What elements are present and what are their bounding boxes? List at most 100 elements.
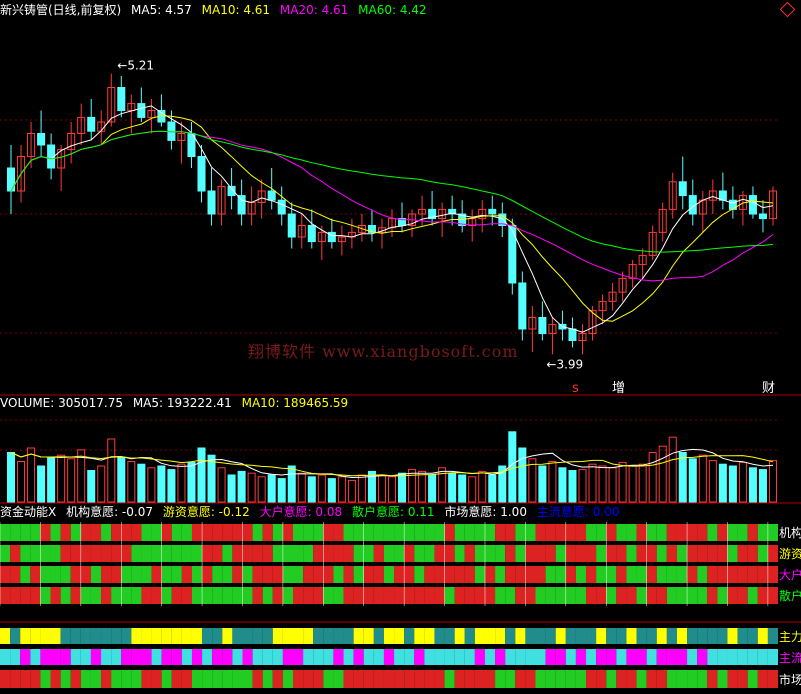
volume-bar [588, 463, 597, 503]
signal-cell [586, 524, 597, 541]
signal-cell [687, 649, 698, 665]
signal-cell [757, 566, 768, 583]
signal-cell [171, 566, 182, 583]
signal-cell [444, 545, 455, 562]
signal-cell [495, 566, 506, 583]
volume-bar [157, 465, 166, 503]
signal-cell [424, 524, 435, 541]
volume-bar [127, 461, 136, 503]
signal-cell [515, 649, 526, 665]
signal-cell [767, 628, 778, 644]
volume-bar [357, 474, 366, 503]
signal-cell [313, 670, 324, 688]
signal-cell [222, 649, 233, 665]
signal-cell [131, 566, 142, 583]
signal-cell [101, 649, 112, 665]
signal-cell [757, 524, 768, 541]
signal-cell [464, 524, 475, 541]
volume-bar [17, 461, 26, 503]
signal-cell [202, 545, 213, 562]
signal-cell [495, 545, 506, 562]
signal-cell [394, 670, 405, 688]
signal-cell [747, 524, 758, 541]
signal-cell [394, 649, 405, 665]
signal-cell [586, 628, 597, 644]
volume-bar [377, 474, 386, 503]
signal-cell [606, 566, 617, 583]
signal-cell [181, 670, 192, 688]
signal-cell [767, 566, 778, 583]
signal-cell [697, 566, 708, 583]
signal-cell [697, 545, 708, 562]
signal-cell [676, 649, 688, 665]
signal-cell [565, 566, 576, 583]
signal-cell [626, 587, 637, 604]
signal-cell [242, 524, 253, 541]
signal-cell [151, 628, 162, 644]
signal-cell [464, 587, 475, 604]
signal-cell [717, 587, 728, 604]
candle-body [287, 213, 296, 238]
candle-body [197, 156, 206, 192]
signal-cell [262, 587, 273, 604]
signal-cell [40, 670, 51, 688]
signal-cell [474, 628, 485, 644]
signal-cell [747, 566, 758, 583]
signal-cell [676, 628, 688, 644]
signal-cell [383, 649, 395, 665]
signal-cell [313, 524, 324, 541]
signal-cell [525, 649, 536, 665]
signal-cell [212, 628, 223, 644]
volume-bar [708, 460, 717, 503]
volume-bar [97, 465, 106, 503]
signal-cell [535, 587, 546, 604]
band-row-label: 市场 [779, 672, 801, 687]
volume-bar [398, 472, 407, 503]
signal-cell [505, 587, 516, 604]
signal-cell [616, 628, 627, 644]
signal-cell [151, 670, 162, 688]
signal-cell [596, 566, 607, 583]
candle-body [307, 225, 316, 243]
signal-cell [747, 545, 758, 562]
signal-cell [474, 587, 485, 604]
signal-cell [656, 587, 667, 604]
signal-cell [343, 649, 354, 665]
signal-cell [363, 628, 374, 644]
stock-chart[interactable]: ←5.21 ←3.99 s 增 财机构游资大户散户主力主流市场 [0, 0, 801, 694]
volume-bar [277, 478, 286, 503]
signal-cell [60, 649, 71, 665]
signal-cell [464, 545, 475, 562]
signal-cell [515, 566, 526, 583]
signal-cell [191, 649, 203, 665]
signal-cell [373, 670, 384, 688]
signal-cell [50, 587, 61, 604]
volume-bar [117, 456, 126, 503]
signal-cell [474, 545, 485, 562]
volume-bar [768, 460, 777, 503]
signal-cell [141, 524, 152, 541]
signal-cell [545, 524, 556, 541]
signal-cell [646, 566, 657, 583]
signal-cell [121, 524, 132, 541]
signal-cell [525, 524, 536, 541]
candle-body [508, 225, 517, 284]
signal-cell [101, 628, 112, 644]
signal-cell [131, 524, 142, 541]
signal-cell [141, 670, 152, 688]
signal-cell [40, 649, 51, 665]
signal-cell [303, 670, 314, 688]
signal-cell [191, 545, 203, 562]
signal-cell [333, 649, 344, 665]
candle-body [748, 195, 757, 215]
signal-cell [333, 545, 344, 562]
signal-cell [212, 670, 223, 688]
signal-cell [20, 628, 31, 644]
signal-cell [80, 670, 91, 688]
band-row-label: 主力 [779, 630, 801, 644]
volume-bar [217, 467, 226, 503]
signal-cell [303, 649, 314, 665]
signal-cell [575, 524, 587, 541]
signal-cell [575, 628, 587, 644]
signal-cell [596, 524, 607, 541]
